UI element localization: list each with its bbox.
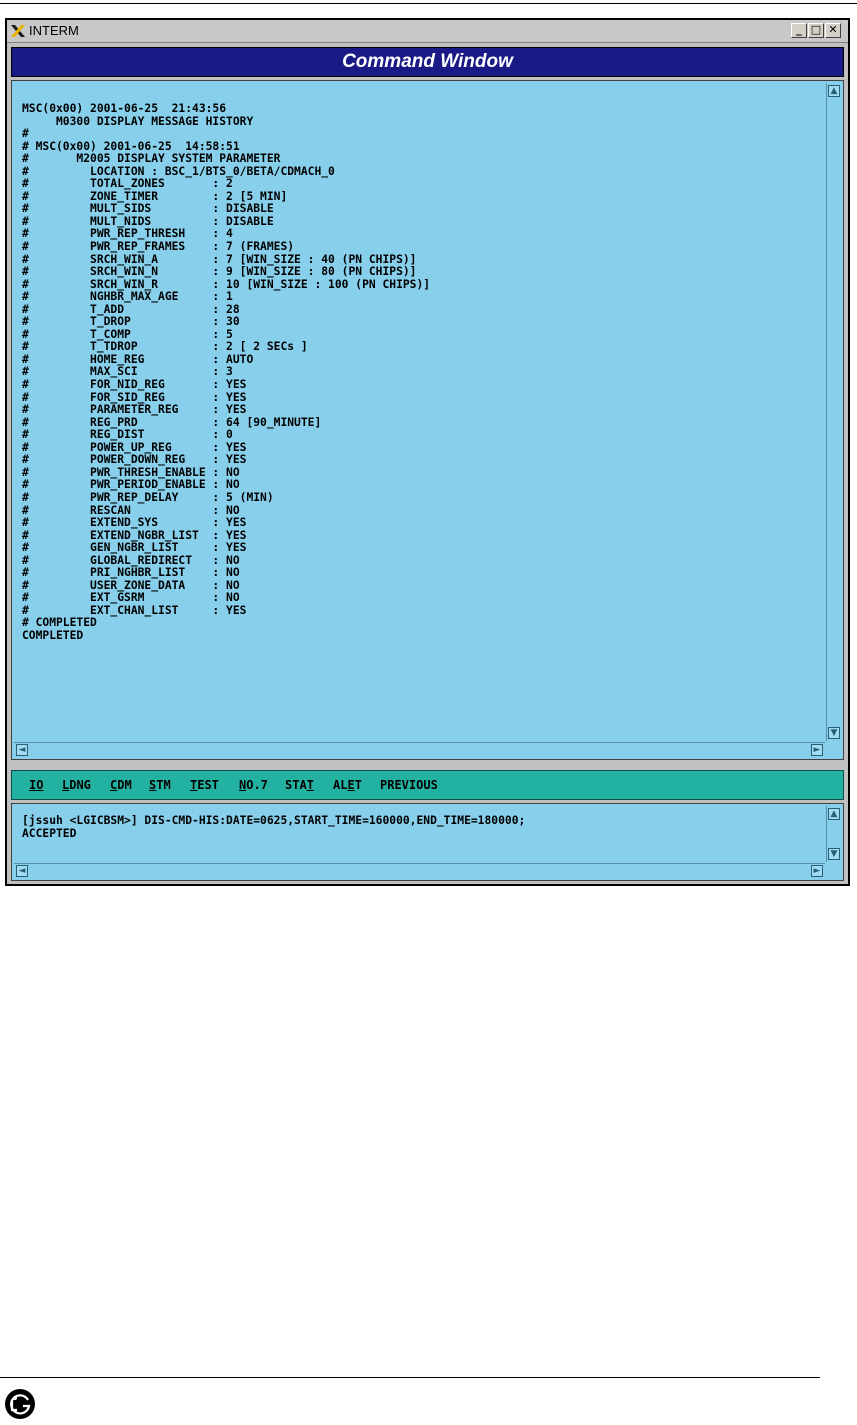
output-line: # PWR_REP_DELAY : 5 (MIN) <box>22 490 274 504</box>
output-text: MSC(0x00) 2001-06-25 21:43:56 M0300 DISP… <box>22 102 431 643</box>
output-line: # T_TDROP : 2 [ 2 SECs ] <box>22 340 308 354</box>
output-line: # T_DROP : 30 <box>22 315 240 329</box>
output-pane[interactable]: MSC(0x00) 2001-06-25 21:43:56 M0300 DISP… <box>11 80 844 760</box>
output-line: # POWER_DOWN_REG : YES <box>22 453 247 467</box>
scroll-left-icon[interactable]: ◄ <box>16 744 28 756</box>
page-top-rule <box>0 3 857 4</box>
input-line: [jssuh <LGICBSM>] DIS-CMD-HIS:DATE=0625,… <box>22 814 526 827</box>
scroll-left-icon[interactable]: ◄ <box>16 865 28 877</box>
output-line: # MSC(0x00) 2001-06-25 14:58:51 <box>22 139 240 153</box>
output-line: # PWR_REP_THRESH : 4 <box>22 227 233 241</box>
output-line: # POWER_UP_REG : YES <box>22 440 247 454</box>
output-line: # T_COMP : 5 <box>22 327 233 341</box>
menu-bar: IO LDNG CDM STM TEST NO.7 STAT ALET PREVIOUS <box>11 770 844 800</box>
command-window-header: Command Window <box>11 47 844 77</box>
menu-item-label-u: E <box>347 778 355 792</box>
menu-item-label-post: TM <box>156 778 171 792</box>
output-line: # TOTAL_ZONES : 2 <box>22 177 233 191</box>
app-title: INTERM <box>29 23 79 38</box>
output-line: M0300 DISPLAY MESSAGE HISTORY <box>22 114 254 128</box>
maximize-button[interactable]: □ <box>808 23 824 38</box>
menu-item-cdm[interactable]: CDM <box>110 771 132 799</box>
x-logo-icon <box>11 25 25 37</box>
output-line: # PWR_REP_FRAMES : 7 (FRAMES) <box>22 240 295 254</box>
menu-item-label-u: T <box>306 778 314 792</box>
output-line: MSC(0x00) 2001-06-25 21:43:56 <box>22 102 227 115</box>
output-line: # ZONE_TIMER : 2 [5 MIN] <box>22 189 288 203</box>
output-vertical-scrollbar[interactable]: ▲ ▼ <box>826 83 841 741</box>
output-line: # PWR_THRESH_ENABLE : NO <box>22 465 240 479</box>
menu-item-label-u: IO <box>29 778 44 792</box>
input-text[interactable]: [jssuh <LGICBSM>] DIS-CMD-HIS:DATE=0625,… <box>22 814 525 840</box>
scroll-right-icon[interactable]: ► <box>811 865 823 877</box>
output-line: # COMPLETED <box>22 616 97 630</box>
output-line: # <box>22 127 29 141</box>
input-horizontal-scrollbar[interactable]: ◄ ► <box>14 863 825 878</box>
input-line: ACCEPTED <box>22 827 77 840</box>
close-button[interactable]: ✕ <box>825 23 841 38</box>
scroll-down-icon[interactable]: ▼ <box>828 727 840 739</box>
scroll-right-icon[interactable]: ► <box>811 744 823 756</box>
scroll-up-icon[interactable]: ▲ <box>828 808 840 820</box>
output-line: # GLOBAL_REDIRECT : NO <box>22 553 240 567</box>
menu-item-no-7[interactable]: NO.7 <box>239 771 268 799</box>
menu-item-stm[interactable]: STM <box>149 771 171 799</box>
scroll-up-icon[interactable]: ▲ <box>828 85 840 97</box>
title-bar[interactable]: INTERM _ □ ✕ <box>7 20 848 43</box>
output-line: # LOCATION : BSC_1/BTS_0/BETA/CDMACH_0 <box>22 164 335 178</box>
output-line: # T_ADD : 28 <box>22 302 240 316</box>
output-line: # EXTEND_SYS : YES <box>22 516 247 530</box>
output-line: # USER_ZONE_DATA : NO <box>22 578 240 592</box>
output-line: # PWR_PERIOD_ENABLE : NO <box>22 478 240 492</box>
menu-item-alet[interactable]: ALET <box>333 771 362 799</box>
input-vertical-scrollbar[interactable]: ▲ ▼ <box>826 806 841 862</box>
output-line: # MULT_SIDS : DISABLE <box>22 202 274 216</box>
output-line: # GEN_NGBR_LIST : YES <box>22 541 247 555</box>
footer-rule <box>0 1377 820 1378</box>
output-line: # RESCAN : NO <box>22 503 240 517</box>
output-line: # REG_DIST : 0 <box>22 428 233 442</box>
output-line: # NGHBR_MAX_AGE : 1 <box>22 290 233 304</box>
input-pane[interactable]: [jssuh <LGICBSM>] DIS-CMD-HIS:DATE=0625,… <box>11 803 844 881</box>
interm-window: INTERM _ □ ✕ Command Window MSC(0x00) 20… <box>5 18 850 886</box>
output-line: # HOME_REG : AUTO <box>22 352 254 366</box>
output-line: # PARAMETER_REG : YES <box>22 403 247 417</box>
menu-item-label-post: O.7 <box>246 778 268 792</box>
command-window-title: Command Window <box>342 51 513 72</box>
output-line: # SRCH_WIN_N : 9 [WIN_SIZE : 80 (PN CHIP… <box>22 265 417 279</box>
menu-item-previous[interactable]: PREVIOUS <box>380 771 438 799</box>
output-horizontal-scrollbar[interactable]: ◄ ► <box>14 742 825 757</box>
menu-item-label-pre: AL <box>333 778 348 792</box>
output-line: # REG_PRD : 64 [90_MINUTE] <box>22 415 322 429</box>
output-line: # MULT_NIDS : DISABLE <box>22 214 274 228</box>
minimize-button[interactable]: _ <box>791 23 807 38</box>
menu-item-label-post: EST <box>197 778 219 792</box>
output-line: # FOR_NID_REG : YES <box>22 378 247 392</box>
output-line: # EXT_GSRM : NO <box>22 591 240 605</box>
output-line: # PRI_NGHBR_LIST : NO <box>22 566 240 580</box>
menu-item-ldng[interactable]: LDNG <box>62 771 91 799</box>
menu-item-test[interactable]: TEST <box>190 771 219 799</box>
output-line: # SRCH_WIN_A : 7 [WIN_SIZE : 40 (PN CHIP… <box>22 252 417 266</box>
output-line: # SRCH_WIN_R : 10 [WIN_SIZE : 100 (PN CH… <box>22 277 431 291</box>
output-line: # EXT_CHAN_LIST : YES <box>22 603 247 617</box>
menu-item-label-post: DNG <box>69 778 91 792</box>
output-line: # FOR_SID_REG : YES <box>22 390 247 404</box>
output-line: # M2005 DISPLAY SYSTEM PARAMETER <box>22 152 281 166</box>
menu-item-label-pre: STA <box>285 778 307 792</box>
output-line: # MAX_SCI : 3 <box>22 365 233 379</box>
menu-item-stat[interactable]: STAT <box>285 771 314 799</box>
scroll-down-icon[interactable]: ▼ <box>828 848 840 860</box>
lg-logo-icon <box>5 1389 35 1419</box>
output-line: COMPLETED <box>22 628 84 642</box>
menu-item-io[interactable]: IO <box>29 771 43 799</box>
menu-item-label-post: DM <box>117 778 132 792</box>
menu-item-label-post: PREVIOUS <box>380 778 438 792</box>
output-line: # EXTEND_NGBR_LIST : YES <box>22 528 247 542</box>
menu-item-label-post: T <box>354 778 362 792</box>
